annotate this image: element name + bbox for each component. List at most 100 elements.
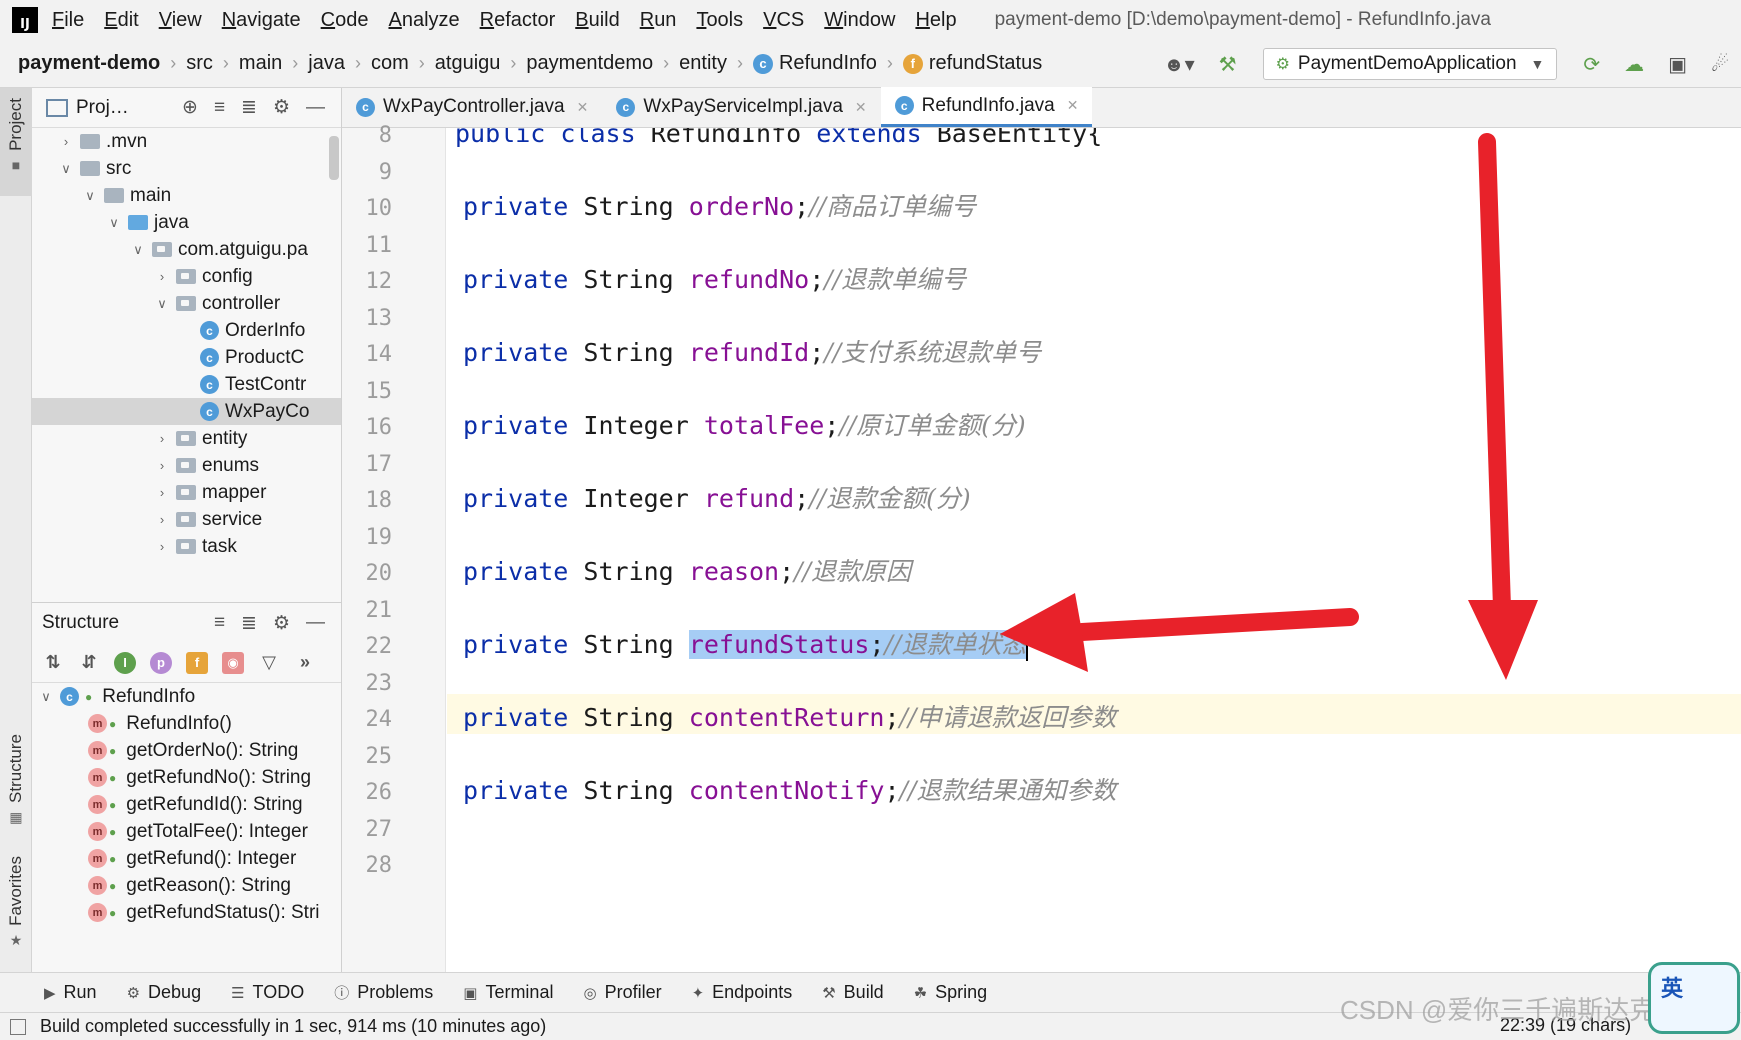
menu-file[interactable]: File xyxy=(52,9,84,32)
bottom-tab-run[interactable]: ▶ Run xyxy=(44,982,97,1003)
more-icon[interactable]: » xyxy=(294,652,316,674)
chevron-down-icon[interactable]: ∨ xyxy=(154,296,170,312)
tree-item[interactable]: ∨ com.atguigu.pa xyxy=(32,236,341,263)
bottom-tab-todo[interactable]: ☰ TODO xyxy=(231,982,304,1003)
tree-item[interactable]: › entity xyxy=(32,425,341,452)
tree-item[interactable]: › config xyxy=(32,263,341,290)
structure-member[interactable]: m ● getRefund(): Integer xyxy=(32,845,341,872)
user-dropdown-icon[interactable]: ☻▾ xyxy=(1164,52,1195,77)
breadcrumb-src[interactable]: src xyxy=(186,52,213,75)
menu-edit[interactable]: Edit xyxy=(104,9,138,32)
menu-run[interactable]: Run xyxy=(640,9,677,32)
menu-code[interactable]: Code xyxy=(321,9,369,32)
structure-member[interactable]: m ● getOrderNo(): String xyxy=(32,737,341,764)
expand-all-icon[interactable]: ≡ xyxy=(214,97,225,119)
breadcrumb-entity[interactable]: entity xyxy=(679,52,727,75)
build-hammer-icon[interactable]: ⚒ xyxy=(1219,52,1237,77)
breadcrumb-field[interactable]: f refundStatus xyxy=(902,52,1042,75)
tree-item[interactable]: c OrderInfo xyxy=(32,317,341,344)
tree-item[interactable]: ∨ main xyxy=(32,182,341,209)
structure-member[interactable]: m ● getRefundId(): String xyxy=(32,791,341,818)
tree-item[interactable]: › .mvn xyxy=(32,128,341,155)
menu-tools[interactable]: Tools xyxy=(696,9,743,32)
menu-help[interactable]: Help xyxy=(915,9,956,32)
tool-window-structure[interactable]: Structure ▦ xyxy=(0,728,32,838)
tool-window-project[interactable]: Project ■ xyxy=(0,88,32,196)
project-view-select[interactable]: Proj… xyxy=(76,97,129,119)
chevron-right-icon[interactable]: › xyxy=(154,458,170,473)
tree-item[interactable]: › task xyxy=(32,533,341,560)
collapse-all-icon[interactable]: ≣ xyxy=(241,96,257,119)
chevron-down-icon[interactable]: ∨ xyxy=(130,242,146,258)
structure-member[interactable]: m ● getRefundStatus(): Stri xyxy=(32,899,341,926)
menu-build[interactable]: Build xyxy=(575,9,619,32)
breadcrumb-atguigu[interactable]: atguigu xyxy=(435,52,501,75)
tree-item[interactable]: ∨ java xyxy=(32,209,341,236)
tree-item[interactable]: › mapper xyxy=(32,479,341,506)
bottom-tab-debug[interactable]: ⚙ Debug xyxy=(127,982,202,1003)
show-inherited-icon[interactable]: I xyxy=(114,651,136,674)
tree-item[interactable]: c WxPayCo xyxy=(32,398,341,425)
code-editor[interactable]: public class RefundInfo extends BaseEnti… xyxy=(447,128,1741,972)
chevron-down-icon[interactable]: ∨ xyxy=(58,161,74,177)
breadcrumb-paymentdemo[interactable]: paymentdemo xyxy=(526,52,653,75)
chevron-right-icon[interactable]: › xyxy=(154,269,170,284)
menu-refactor[interactable]: Refactor xyxy=(480,9,556,32)
structure-member[interactable]: m ● getReason(): String xyxy=(32,872,341,899)
coverage-icon[interactable]: ▣ xyxy=(1668,52,1687,77)
debug-icon[interactable]: ☁ xyxy=(1624,52,1644,77)
filter-icon[interactable]: ▽ xyxy=(258,652,280,674)
gear-icon[interactable]: ⚙ xyxy=(273,96,290,119)
menu-analyze[interactable]: Analyze xyxy=(388,9,459,32)
status-toggle-icon[interactable] xyxy=(10,1018,26,1035)
sort-visibility-icon[interactable]: ⇅ xyxy=(42,652,64,674)
menu-window[interactable]: Window xyxy=(824,9,895,32)
structure-root[interactable]: ∨ c ● RefundInfo xyxy=(32,683,341,710)
close-icon[interactable]: ✕ xyxy=(855,99,867,116)
bottom-tab-spring[interactable]: ☘ Spring xyxy=(914,982,987,1003)
tree-item[interactable]: c ProductC xyxy=(32,344,341,371)
project-scrollbar[interactable] xyxy=(329,136,339,180)
menu-vcs[interactable]: VCS xyxy=(763,9,804,32)
hide-panel-icon[interactable]: — xyxy=(306,612,325,634)
profiler-icon[interactable]: ☄ xyxy=(1711,52,1729,77)
chevron-right-icon[interactable]: › xyxy=(154,539,170,554)
structure-member[interactable]: m ● getRefundNo(): String xyxy=(32,764,341,791)
chevron-right-icon[interactable]: › xyxy=(154,431,170,446)
chevron-right-icon[interactable]: › xyxy=(154,485,170,500)
show-properties-icon[interactable]: p xyxy=(150,651,172,674)
show-fields-icon[interactable]: f xyxy=(186,651,208,674)
rerun-icon[interactable]: ⟳ xyxy=(1583,52,1600,77)
structure-member[interactable]: m ● RefundInfo() xyxy=(32,710,341,737)
bottom-tab-build[interactable]: ⚒ Build xyxy=(822,982,883,1003)
breadcrumb-class[interactable]: c RefundInfo xyxy=(752,52,877,75)
breadcrumb-main[interactable]: main xyxy=(239,52,282,75)
sort-alphabetical-icon[interactable]: ⇵ xyxy=(78,652,100,674)
bottom-tab-problems[interactable]: ⓘ Problems xyxy=(334,982,433,1003)
breadcrumb-project[interactable]: payment-demo xyxy=(18,52,160,75)
bottom-tab-terminal[interactable]: ▣ Terminal xyxy=(463,982,553,1003)
menu-view[interactable]: View xyxy=(159,9,202,32)
menu-navigate[interactable]: Navigate xyxy=(222,9,301,32)
tab-refundinfo[interactable]: c RefundInfo.java ✕ xyxy=(880,87,1093,127)
bottom-tab-endpoints[interactable]: ✦ Endpoints xyxy=(692,982,793,1003)
gear-icon[interactable]: ⚙ xyxy=(273,612,290,635)
tree-item[interactable]: › service xyxy=(32,506,341,533)
tab-wxpayserviceimpl[interactable]: c WxPayServiceImpl.java ✕ xyxy=(602,87,880,127)
tab-wxpaycontroller[interactable]: c WxPayController.java ✕ xyxy=(342,87,602,127)
run-configuration-select[interactable]: ⚙ PaymentDemoApplication ▼ xyxy=(1262,48,1558,80)
tree-item[interactable]: ∨ src xyxy=(32,155,341,182)
line-number-gutter[interactable]: 8 9 10 11 12 13 14 15 16 17 18 19 20 21 22 23 24 25 26 27 28 xyxy=(342,123,446,972)
chevron-right-icon[interactable]: › xyxy=(154,512,170,527)
chevron-right-icon[interactable]: › xyxy=(58,134,74,149)
expand-all-icon[interactable]: ≡ xyxy=(214,612,225,634)
hide-panel-icon[interactable]: — xyxy=(306,97,325,119)
breadcrumb-com[interactable]: com xyxy=(371,52,409,75)
show-non-public-icon[interactable]: ◉ xyxy=(222,651,244,674)
chevron-down-icon[interactable]: ∨ xyxy=(106,215,122,231)
locate-icon[interactable]: ⊕ xyxy=(182,96,198,119)
close-icon[interactable]: ✕ xyxy=(1067,97,1079,114)
bottom-tab-profiler[interactable]: ◎ Profiler xyxy=(583,982,661,1003)
tree-item[interactable]: c TestContr xyxy=(32,371,341,398)
tree-item[interactable]: ∨ controller xyxy=(32,290,341,317)
